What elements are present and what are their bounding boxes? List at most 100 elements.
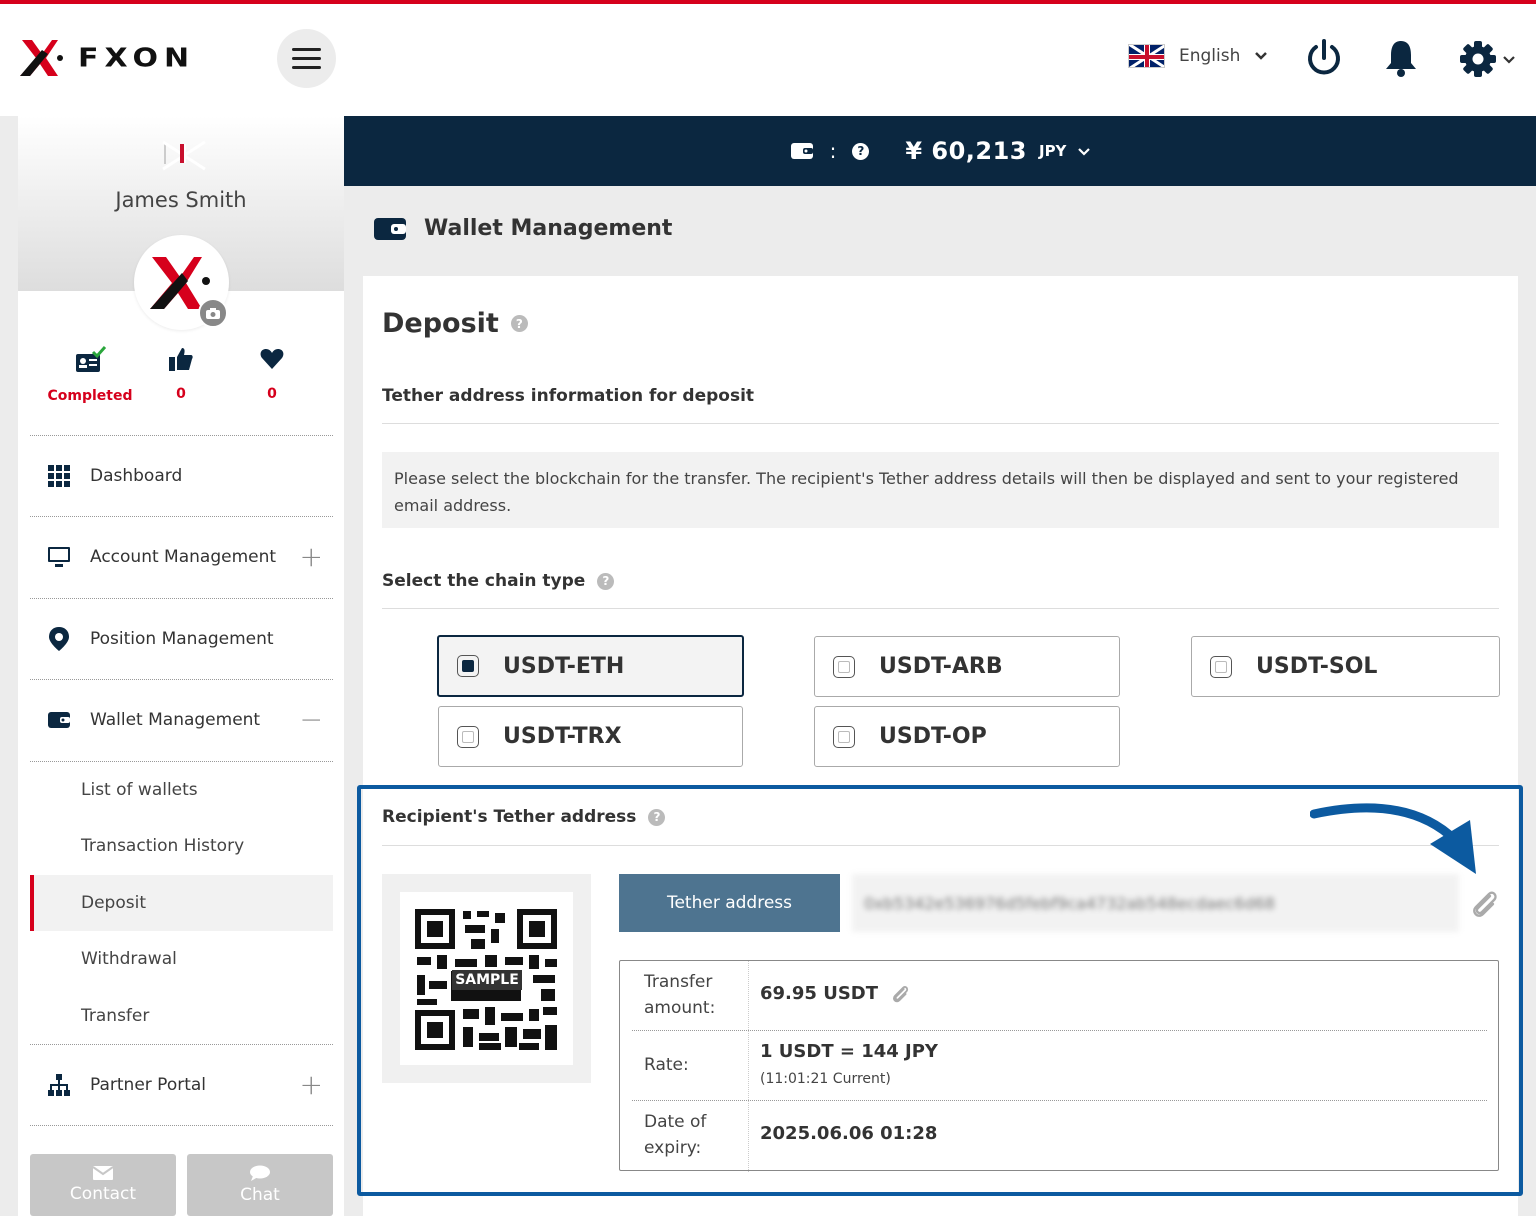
chain-label: USDT-TRX (503, 724, 622, 749)
user-name: James Smith (115, 188, 247, 212)
sidebar-subitem-withdrawal[interactable]: Withdrawal (30, 931, 333, 987)
sidebar-subitem-transfer[interactable]: Transfer (30, 988, 333, 1044)
checkbox-icon (833, 725, 855, 748)
id-card-check-icon (76, 346, 107, 372)
page-title-text: Wallet Management (424, 216, 673, 241)
chevron-down-icon[interactable] (1078, 147, 1091, 156)
sidebar-item-label: Partner Portal (90, 1075, 207, 1095)
checkbox-icon (457, 655, 479, 677)
checkbox-icon (1210, 655, 1232, 678)
envelope-icon (93, 1166, 113, 1180)
chevron-down-icon (1503, 55, 1515, 64)
section-title: Tether address information for deposit (382, 386, 754, 406)
checkbox-icon (833, 655, 855, 678)
uk-flag-icon (162, 140, 206, 171)
deposit-heading-text: Deposit (382, 308, 499, 339)
logo-text: FXON (78, 43, 196, 73)
language-label: English (1179, 46, 1241, 66)
column-divider (748, 961, 749, 1172)
chain-option-usdt-sol[interactable]: USDT-SOL (1191, 636, 1500, 697)
chain-label: USDT-ARB (879, 654, 1003, 679)
power-icon[interactable] (1305, 38, 1343, 78)
chat-label: Chat (240, 1185, 280, 1205)
camera-icon[interactable] (198, 298, 228, 328)
divider (30, 1125, 333, 1126)
sidebar-item-position-management[interactable]: Position Management (30, 599, 333, 679)
section-title-text: Recipient's Tether address (382, 807, 637, 827)
sidebar-item-partner-portal[interactable]: Partner Portal + (30, 1045, 333, 1125)
recipient-title: Recipient's Tether address ? (382, 807, 666, 827)
help-icon[interactable]: ? (648, 808, 666, 826)
detail-row-amount: Transfer amount: 69.95 USDT (632, 961, 1487, 1031)
sidebar-item-account-management[interactable]: Account Management + (30, 517, 333, 597)
chain-type-title: Select the chain type ? (382, 571, 615, 591)
chain-option-usdt-trx[interactable]: USDT-TRX (438, 706, 743, 767)
likes-stat[interactable]: 0 (136, 346, 226, 402)
settings-menu[interactable] (1459, 40, 1515, 78)
tether-address-value[interactable]: 0xb5342e536976d5febf9ca4732ab548ecdaec6d… (852, 874, 1459, 932)
chevron-down-icon (1255, 52, 1268, 60)
help-icon[interactable]: ? (510, 315, 528, 332)
sidebar-subitem-transaction-history[interactable]: Transaction History (30, 818, 333, 874)
chat-bubble-icon (250, 1165, 270, 1181)
stat-label: Completed (47, 388, 133, 404)
subitem-label: Transfer (81, 1006, 150, 1026)
help-icon[interactable]: ? (597, 572, 615, 590)
checkbox-icon (457, 725, 479, 748)
sidebar: James Smith Completed 0 0 Dashboard Acco… (18, 116, 344, 1216)
collapse-icon[interactable]: − (300, 706, 323, 734)
map-pin-icon (49, 627, 69, 651)
detail-label: Date of expiry: (644, 1112, 707, 1158)
sidebar-subitem-deposit[interactable]: Deposit (30, 875, 333, 931)
qr-sample-label: SAMPLE (452, 970, 522, 990)
chain-label: USDT-SOL (1256, 654, 1378, 679)
subitem-label: Transaction History (81, 836, 245, 856)
subitem-label: List of wallets (81, 780, 198, 800)
chain-option-usdt-eth[interactable]: USDT-ETH (437, 635, 744, 697)
transfer-details-table: Transfer amount: 69.95 USDT Rate: 1 USDT… (619, 960, 1499, 1172)
expand-icon[interactable]: + (300, 1071, 323, 1099)
grid-icon (48, 465, 70, 487)
monitor-icon (48, 547, 70, 567)
detail-value-wrap: 69.95 USDT (760, 983, 910, 1004)
divider (382, 608, 1499, 609)
chain-label: USDT-ETH (503, 653, 625, 679)
paperclip-icon[interactable] (890, 984, 910, 1004)
stat-label: 0 (267, 386, 277, 402)
wallet-icon (374, 217, 406, 240)
detail-value: 69.95 USDT (760, 983, 879, 1004)
stat-label: 0 (176, 386, 186, 402)
tether-address-button[interactable]: Tether address (619, 874, 840, 932)
favorites-stat[interactable]: 0 (227, 346, 317, 402)
balance-separator: : (829, 139, 837, 163)
chain-option-usdt-op[interactable]: USDT-OP (814, 706, 1120, 767)
heart-icon (260, 349, 284, 369)
sidebar-item-label: Account Management (90, 547, 277, 567)
sidebar-item-wallet-management[interactable]: Wallet Management − (30, 680, 333, 760)
bell-icon[interactable] (1384, 38, 1418, 78)
paperclip-icon[interactable] (1468, 888, 1500, 920)
chat-button[interactable]: Chat (187, 1154, 333, 1216)
sidebar-item-label: Dashboard (90, 466, 183, 486)
detail-value: 2025.06.06 01:28 (760, 1123, 938, 1144)
sidebar-item-dashboard[interactable]: Dashboard (30, 436, 333, 516)
fxon-logo[interactable]: FXON (18, 36, 195, 80)
contact-button[interactable]: Contact (30, 1154, 176, 1216)
balance-currency: JPY (1038, 142, 1067, 160)
balance-bar[interactable]: : ? ¥ 60,213 JPY (344, 116, 1536, 186)
detail-value: 1 USDT = 144 JPY (760, 1041, 938, 1062)
help-icon[interactable]: ? (852, 142, 870, 160)
chain-option-usdt-arb[interactable]: USDT-ARB (814, 636, 1120, 697)
qr-code: SAMPLE (400, 892, 573, 1065)
verification-status[interactable]: Completed (45, 346, 135, 404)
gear-icon (1460, 41, 1496, 77)
balance-amount: ¥ 60,213 (905, 137, 1027, 165)
language-selector[interactable]: English (1128, 44, 1268, 68)
expand-icon[interactable]: + (300, 543, 323, 571)
info-note: Please select the blockchain for the tra… (382, 452, 1499, 528)
subitem-label: Deposit (81, 893, 146, 913)
arrow-pointer-icon (1310, 803, 1476, 874)
hamburger-menu-button[interactable] (277, 29, 336, 88)
sidebar-subitem-list-of-wallets[interactable]: List of wallets (30, 762, 333, 818)
subitem-label: Withdrawal (81, 949, 177, 969)
